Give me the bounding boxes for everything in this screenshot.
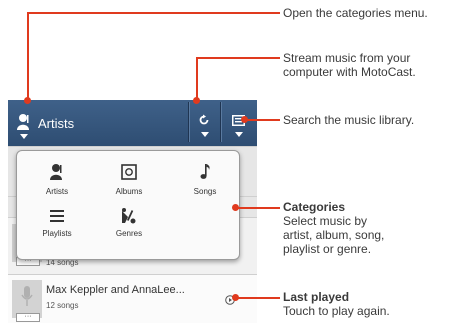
callout-line [196, 57, 198, 100]
more-icon: ··· [16, 313, 40, 322]
category-label: Albums [115, 187, 143, 196]
callout-line [236, 297, 280, 299]
callout-stream: Stream music from your computer with Mot… [283, 51, 416, 79]
callout-dot [24, 97, 31, 104]
category-label: Songs [193, 187, 217, 196]
callout-stream-line2: computer with MotoCast. [283, 65, 416, 79]
callout-line [196, 57, 280, 59]
music-note-icon [200, 164, 210, 179]
category-albums[interactable]: Albums [99, 163, 159, 197]
artist-icon [17, 114, 29, 130]
list-item-subtitle: 12 songs [46, 301, 79, 310]
album-icon [121, 164, 137, 180]
category-label: Artists [45, 187, 69, 196]
list-icon [50, 210, 64, 222]
callout-line [236, 207, 280, 209]
category-selector[interactable]: Artists [8, 100, 188, 146]
category-title: Artists [38, 116, 75, 131]
callout-categories-menu: Open the categories menu. [283, 6, 428, 20]
motocast-button[interactable] [190, 100, 220, 146]
category-artists[interactable]: Artists [27, 163, 87, 197]
list-item-title: Max Keppler and AnnaLee... [46, 284, 185, 296]
callout-line [27, 12, 29, 100]
search-indicator-icon [235, 132, 243, 137]
callout-search: Search the music library. [283, 113, 415, 127]
callout-dot [232, 204, 239, 211]
callout-last-played: Last played Touch to play again. [283, 290, 390, 318]
category-label: Genres [115, 229, 143, 238]
microphone-icon [21, 286, 33, 306]
motocast-indicator-icon [201, 132, 209, 137]
callout-line [27, 12, 280, 14]
callout-last-played-title: Last played [283, 290, 350, 304]
category-songs[interactable]: Songs [175, 163, 235, 197]
callout-categories-title: Categories [283, 200, 346, 214]
search-button[interactable] [222, 100, 257, 146]
genre-icon [122, 208, 136, 224]
callout-line [245, 119, 280, 121]
callout-categories-line2: artist, album, song, [283, 228, 385, 242]
callout-categories: Categories Select music by artist, album… [283, 200, 384, 256]
callout-dot [241, 116, 248, 123]
categories-popup: Artists Albums Songs Playlists Genres [16, 150, 240, 260]
callout-dot [232, 294, 239, 301]
callout-stream-line1: Stream music from your [283, 51, 411, 65]
category-genres[interactable]: Genres [99, 207, 159, 241]
category-playlists[interactable]: Playlists [27, 207, 87, 241]
album-thumbnail: ··· [12, 280, 42, 322]
callout-dot [193, 97, 200, 104]
callout-last-played-desc: Touch to play again. [283, 304, 390, 318]
dropdown-indicator-icon [20, 134, 28, 139]
category-label: Playlists [42, 229, 72, 238]
callout-categories-line3: playlist or genre. [283, 242, 372, 256]
last-played-row[interactable]: ··· Max Keppler and AnnaLee... 12 songs [8, 274, 257, 323]
callout-categories-line1: Select music by [283, 214, 368, 228]
refresh-stream-icon [199, 114, 209, 125]
artist-icon [50, 164, 62, 180]
action-bar: Artists [8, 100, 257, 146]
